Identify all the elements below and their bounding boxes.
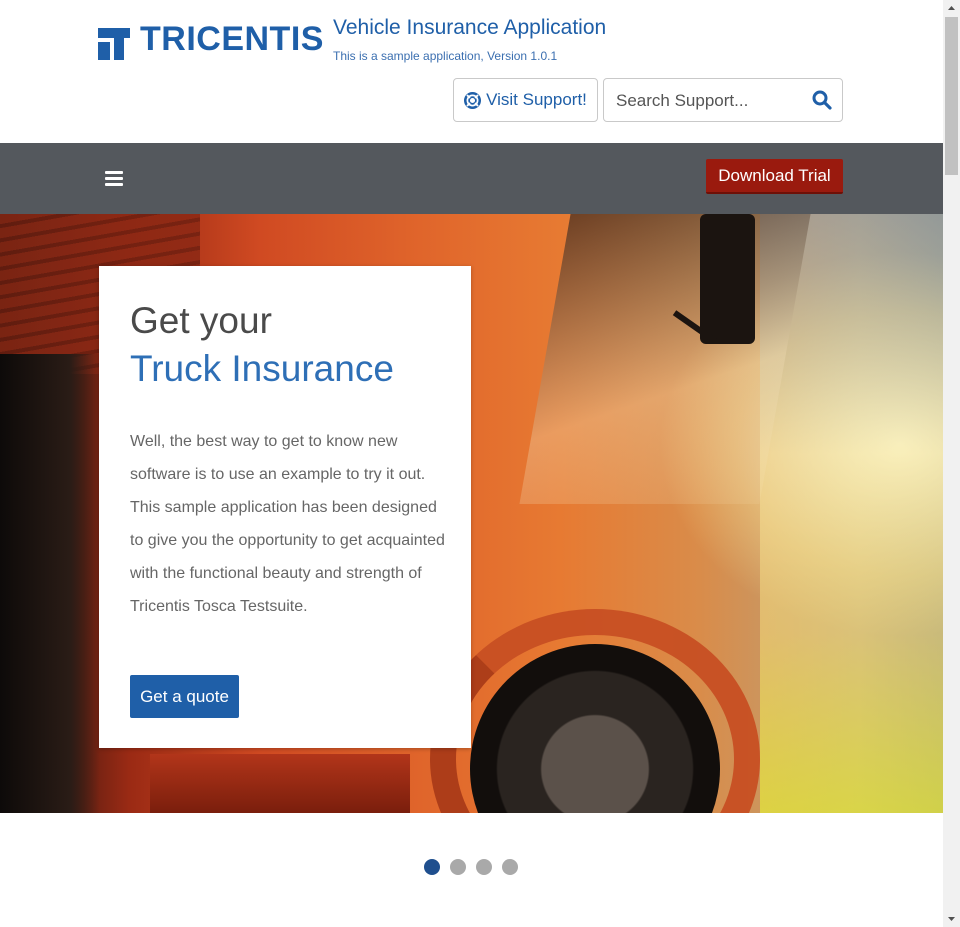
get-a-quote-button[interactable]: Get a quote [130, 675, 239, 718]
scroll-up-arrow-icon[interactable] [943, 0, 960, 17]
scroll-thumb[interactable] [945, 17, 958, 175]
lifebuoy-icon [464, 91, 482, 109]
hamburger-menu-icon[interactable] [105, 171, 123, 187]
header: TRICENTIS Vehicle Insurance Application … [0, 0, 943, 143]
visit-support-button[interactable]: Visit Support! [453, 78, 598, 122]
carousel-dot-1[interactable] [424, 859, 440, 875]
carousel-dot-4[interactable] [502, 859, 518, 875]
carousel-dot-2[interactable] [450, 859, 466, 875]
search-box [603, 78, 843, 122]
page: TRICENTIS Vehicle Insurance Application … [0, 0, 943, 927]
vertical-scrollbar[interactable] [943, 0, 960, 927]
logo-text: TRICENTIS [140, 20, 324, 58]
carousel-indicators [424, 859, 528, 875]
visit-support-label: Visit Support! [486, 90, 587, 109]
scroll-down-arrow-icon[interactable] [943, 910, 960, 927]
tricentis-logo-icon [98, 22, 132, 60]
hero-heading-line2: Truck Insurance [130, 348, 394, 389]
hero-heading-line1: Get your [130, 300, 272, 341]
download-trial-button[interactable]: Download Trial [706, 159, 843, 194]
search-icon[interactable] [812, 90, 832, 110]
app-subtitle: This is a sample application, Version 1.… [333, 49, 558, 63]
app-title: Vehicle Insurance Application [333, 16, 607, 39]
carousel-dot-3[interactable] [476, 859, 492, 875]
hero-description: Well, the best way to get to know new so… [130, 433, 445, 615]
search-support-input[interactable] [614, 89, 808, 113]
tricentis-logo[interactable]: TRICENTIS [98, 20, 324, 60]
